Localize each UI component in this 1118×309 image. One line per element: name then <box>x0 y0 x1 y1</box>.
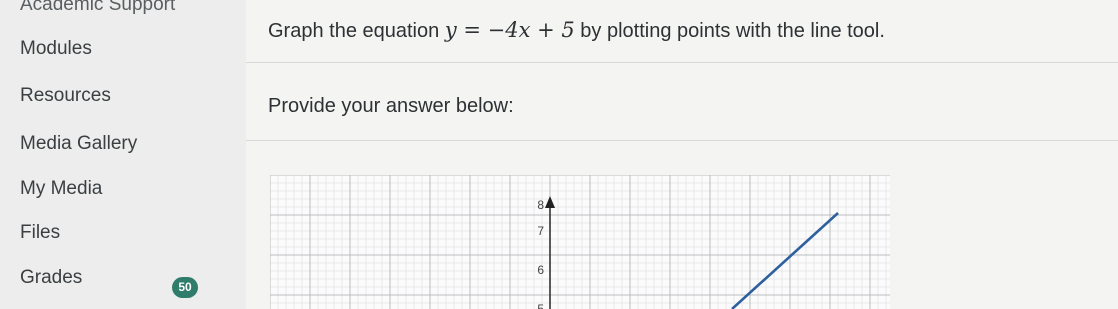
sidebar-item-resources[interactable]: Resources <box>20 85 111 107</box>
graphing-canvas[interactable]: 8 7 6 5 <box>270 175 890 309</box>
sidebar-item-media-gallery[interactable]: Media Gallery <box>20 133 137 155</box>
sidebar-item-files[interactable]: Files <box>20 222 60 244</box>
sidebar-nav: Academic Support Modules Resources Media… <box>0 0 246 309</box>
sidebar-item-academic-support[interactable]: Academic Support <box>20 0 175 16</box>
y-tick-label: 8 <box>537 198 544 212</box>
answer-prompt: Provide your answer below: <box>268 95 514 117</box>
y-tick-label: 7 <box>537 224 544 238</box>
grades-count-badge: 50 <box>172 277 198 298</box>
question-intro: Graph the equation <box>268 20 440 42</box>
question-outro: by plotting points with the line tool. <box>580 20 885 42</box>
sidebar-item-modules[interactable]: Modules <box>20 38 92 60</box>
divider <box>246 62 1118 63</box>
y-tick-label: 6 <box>537 263 544 277</box>
sidebar-item-my-media[interactable]: My Media <box>20 178 102 200</box>
sidebar-item-grades[interactable]: Grades <box>20 267 82 289</box>
divider <box>246 140 1118 141</box>
equation: y = −4x + 5 <box>444 18 575 42</box>
question-text: Graph the equation y = −4x + 5 by plotti… <box>268 18 885 43</box>
y-tick-label: 5 <box>537 302 544 309</box>
